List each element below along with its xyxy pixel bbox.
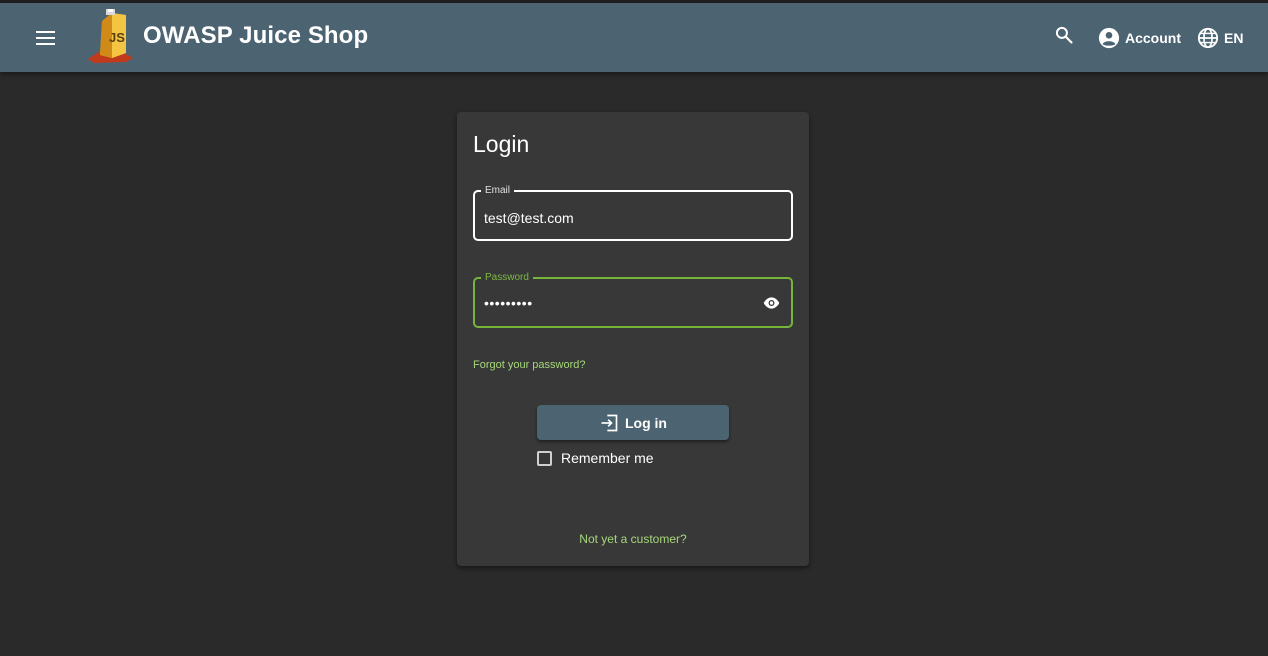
checkbox-box[interactable] bbox=[537, 450, 552, 466]
login-icon bbox=[601, 414, 618, 431]
login-button-label: Log in bbox=[625, 414, 667, 431]
register-link[interactable]: Not yet a customer? bbox=[457, 532, 809, 546]
login-button[interactable]: Log in bbox=[537, 405, 729, 440]
forgot-password-link[interactable]: Forgot your password? bbox=[473, 359, 586, 371]
password-field[interactable]: Password ••••••••• bbox=[473, 271, 793, 328]
email-field[interactable]: Email bbox=[473, 184, 793, 241]
search-icon bbox=[1055, 26, 1073, 44]
menu-icon bbox=[36, 31, 55, 45]
app-title[interactable]: OWASP Juice Shop bbox=[143, 22, 368, 50]
email-field-label: Email bbox=[481, 184, 515, 197]
juice-shop-logo[interactable]: JS bbox=[86, 9, 136, 64]
top-toolbar: JS OWASP Juice Shop Account EN bbox=[0, 3, 1268, 72]
login-title: Login bbox=[473, 131, 530, 157]
email-input[interactable] bbox=[484, 208, 754, 228]
remember-me-label: Remember me bbox=[561, 450, 654, 466]
language-button[interactable]: EN bbox=[1197, 23, 1243, 53]
toggle-password-visibility-button[interactable] bbox=[761, 293, 781, 313]
account-label: Account bbox=[1125, 30, 1181, 46]
account-button[interactable]: Account bbox=[1098, 23, 1181, 53]
login-card: Login Email Password ••••••••• Forgot yo… bbox=[457, 112, 809, 566]
password-input[interactable]: ••••••••• bbox=[484, 295, 754, 315]
account-circle-icon bbox=[1098, 27, 1120, 49]
menu-button[interactable] bbox=[28, 20, 64, 56]
search-button[interactable] bbox=[1049, 20, 1079, 50]
eye-icon bbox=[763, 297, 779, 309]
svg-text:JS: JS bbox=[109, 30, 125, 45]
language-label: EN bbox=[1224, 30, 1244, 46]
remember-me-checkbox[interactable]: Remember me bbox=[537, 449, 654, 467]
language-globe-icon bbox=[1197, 27, 1219, 49]
password-field-label: Password bbox=[481, 271, 533, 284]
